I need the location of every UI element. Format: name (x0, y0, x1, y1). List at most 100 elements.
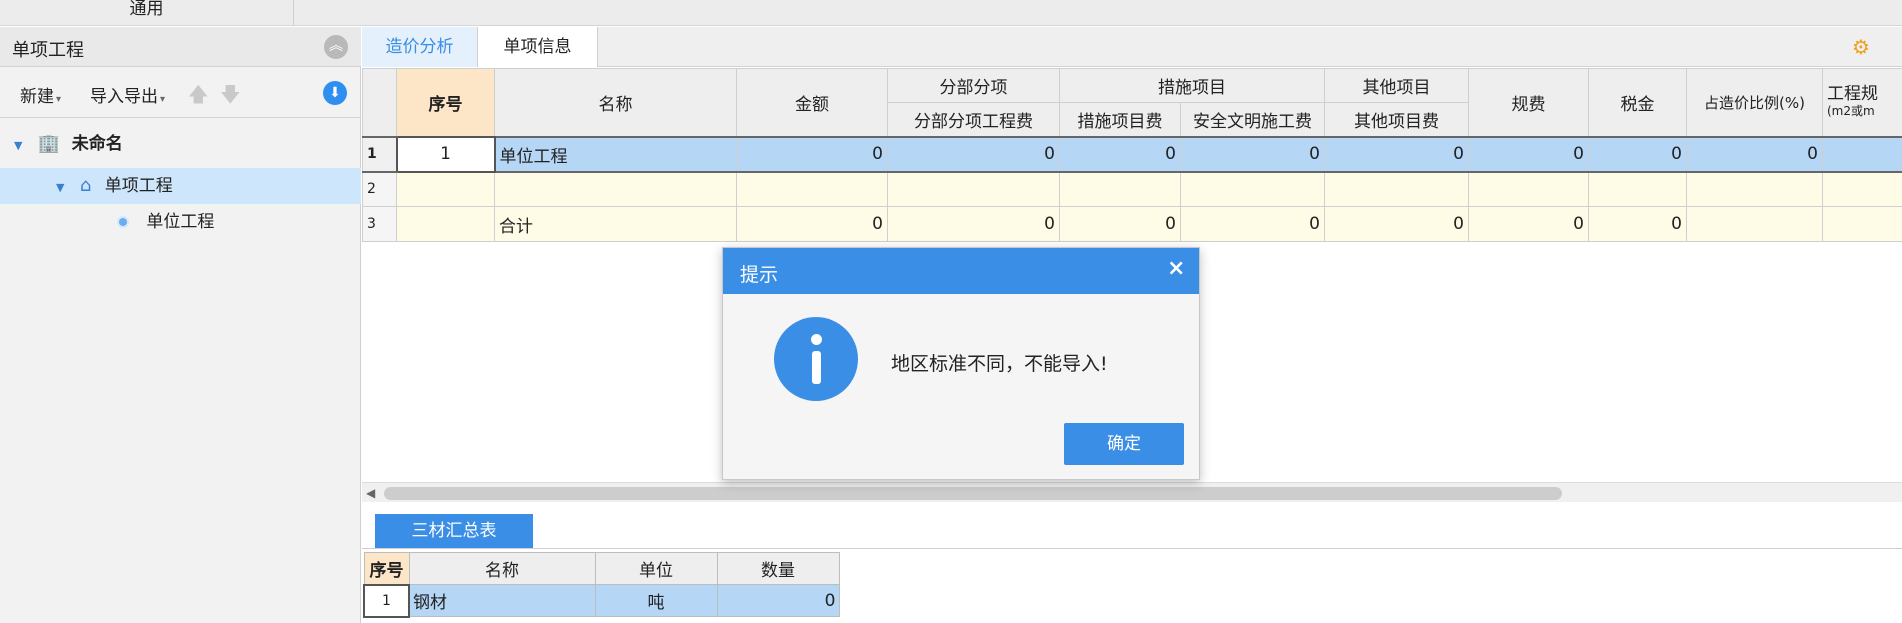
tab-single-info[interactable]: 单项信息 (478, 27, 598, 67)
col-header-other-group: 其他项目 (1324, 68, 1469, 103)
caret-down-icon[interactable]: ▼ (14, 139, 22, 152)
tab-general[interactable]: 通用 (0, 0, 294, 26)
building-icon: 🏢 (37, 133, 61, 154)
import-export-button[interactable]: 导入导出 ▾ (90, 82, 165, 107)
col-header-safety-fee: 安全文明施工费 (1180, 102, 1325, 137)
cell-scale[interactable] (1822, 171, 1902, 207)
tree-item-label: 单项工程 (104, 176, 173, 196)
cell-ratio[interactable]: 0 (1686, 135, 1823, 173)
tree-item-single-project[interactable]: ▼ ⌂ 单项工程 (0, 168, 361, 204)
cell-tax[interactable]: 0 (1588, 135, 1687, 173)
cell-seq[interactable] (396, 171, 495, 207)
table-row[interactable]: 3 合计 0 0 0 0 0 0 0 (362, 206, 1902, 242)
dot-icon (117, 216, 129, 228)
cell-amount[interactable]: 0 (736, 135, 888, 173)
col-header-scale: 工程规 (m2或m (1822, 68, 1902, 137)
info-icon-bar (812, 351, 821, 384)
panel-header: 单项工程 ︽ (0, 27, 361, 67)
col-header-tax: 税金 (1588, 68, 1687, 137)
dialog-message: 地区标准不同，不能导入! (891, 353, 1108, 375)
cell-safety-fee[interactable] (1180, 171, 1325, 207)
cell-seq[interactable] (396, 206, 495, 242)
cell-amount[interactable]: 0 (736, 206, 888, 242)
cell-measure-fee[interactable]: 0 (1059, 206, 1181, 242)
scale-label: 工程规 (1827, 83, 1878, 104)
cell-sub-fee[interactable]: 0 (887, 206, 1060, 242)
move-up-icon[interactable]: 🡅 (188, 80, 209, 114)
cell-seq[interactable]: 1 (395, 135, 496, 173)
col-header-measure-group: 措施项目 (1059, 68, 1325, 103)
move-down-icon[interactable]: 🡇 (220, 80, 241, 114)
new-button[interactable]: 新建 ▾ (20, 82, 61, 107)
col-header-qty: 数量 (716, 552, 840, 585)
cell-sub-fee[interactable] (887, 171, 1060, 207)
cell-unit[interactable]: 吨 (594, 584, 718, 617)
import-export-label: 导入导出 (90, 87, 158, 107)
horizontal-scrollbar[interactable]: ◀ (362, 482, 1902, 502)
cell-name[interactable]: 钢材 (408, 584, 596, 617)
col-header-seq: 序号 (363, 552, 410, 585)
cell-scale[interactable] (1822, 206, 1902, 242)
grid-corner (362, 68, 397, 137)
col-header-unit: 单位 (594, 552, 718, 585)
info-icon (774, 317, 858, 401)
table-row[interactable]: 1 钢材 吨 0 (363, 583, 840, 618)
scroll-left-icon[interactable]: ◀ (366, 483, 375, 503)
column-settings-icon[interactable]: ⚙ (1852, 35, 1870, 59)
row-number: 3 (362, 206, 397, 242)
cell-tax[interactable] (1588, 171, 1687, 207)
download-icon[interactable]: ⬇ (323, 81, 347, 105)
cell-other-fee[interactable] (1324, 171, 1469, 207)
cell-safety-fee[interactable]: 0 (1180, 206, 1325, 242)
cell-name[interactable] (494, 171, 737, 207)
cell-other-fee[interactable]: 0 (1324, 135, 1469, 173)
collapse-icon[interactable]: ︽ (324, 35, 348, 59)
col-header-ratio: 占造价比例(%) (1686, 68, 1823, 137)
main-tabbar: 造价分析 单项信息 ⚙ (362, 27, 1902, 67)
cell-tax[interactable]: 0 (1588, 206, 1687, 242)
chevron-down-icon: ▾ (160, 94, 166, 105)
cell-regulation-fee[interactable] (1468, 171, 1589, 207)
ok-button[interactable]: 确定 (1064, 423, 1184, 465)
cell-name[interactable]: 合计 (494, 206, 737, 242)
cell-ratio[interactable] (1686, 206, 1823, 242)
row-number: 2 (362, 171, 397, 207)
col-header-name: 名称 (408, 552, 596, 585)
cell-ratio[interactable] (1686, 171, 1823, 207)
cell-scale[interactable] (1822, 135, 1902, 173)
cell-measure-fee[interactable] (1059, 171, 1181, 207)
tab-cost-analysis[interactable]: 造价分析 (362, 27, 478, 67)
chevron-down-icon: ▾ (56, 94, 62, 105)
alert-dialog: 提示 × 地区标准不同，不能导入! 确定 (722, 247, 1200, 480)
tree-item-root[interactable]: ▼ 🏢 未命名 (0, 126, 361, 162)
cell-amount[interactable] (736, 171, 888, 207)
scrollbar-thumb[interactable] (384, 487, 1562, 500)
tree-item-unit-project[interactable]: 单位工程 (0, 204, 361, 240)
home-icon: ⌂ (79, 175, 92, 196)
cell-qty[interactable]: 0 (716, 584, 840, 617)
tree-item-label: 单位工程 (146, 212, 215, 232)
table-row[interactable]: 1 1 单位工程 0 0 0 0 0 0 0 0 (362, 135, 1902, 173)
cell-sub-fee[interactable]: 0 (887, 135, 1060, 173)
col-header-sub-fee: 分部分项工程费 (887, 102, 1060, 137)
info-icon-dot (811, 334, 822, 345)
ribbon-bar: 通用 (0, 0, 1902, 26)
project-tree-panel: 单项工程 ︽ 新建 ▾ 导入导出 ▾ 🡅 🡇 ⬇ ▼ 🏢 未命名 ▼ ⌂ 单项工程 … (0, 27, 361, 623)
cell-regulation-fee[interactable]: 0 (1468, 135, 1589, 173)
dialog-header: 提示 × (723, 248, 1199, 294)
tab-materials-summary[interactable]: 三材汇总表 (375, 514, 533, 548)
tree-item-label: 未命名 (71, 134, 123, 154)
cell-regulation-fee[interactable]: 0 (1468, 206, 1589, 242)
caret-down-icon[interactable]: ▼ (56, 181, 64, 194)
cell-other-fee[interactable]: 0 (1324, 206, 1469, 242)
col-header-seq: 序号 (396, 68, 495, 137)
table-row[interactable]: 2 (362, 171, 1902, 207)
col-header-measure-fee: 措施项目费 (1059, 102, 1181, 137)
close-icon[interactable]: × (1167, 256, 1185, 281)
cell-safety-fee[interactable]: 0 (1180, 135, 1325, 173)
divider (362, 548, 1902, 549)
panel-title: 单项工程 (12, 40, 84, 61)
cell-measure-fee[interactable]: 0 (1059, 135, 1181, 173)
cell-name[interactable]: 单位工程 (494, 135, 737, 173)
cell-seq[interactable]: 1 (363, 583, 410, 618)
